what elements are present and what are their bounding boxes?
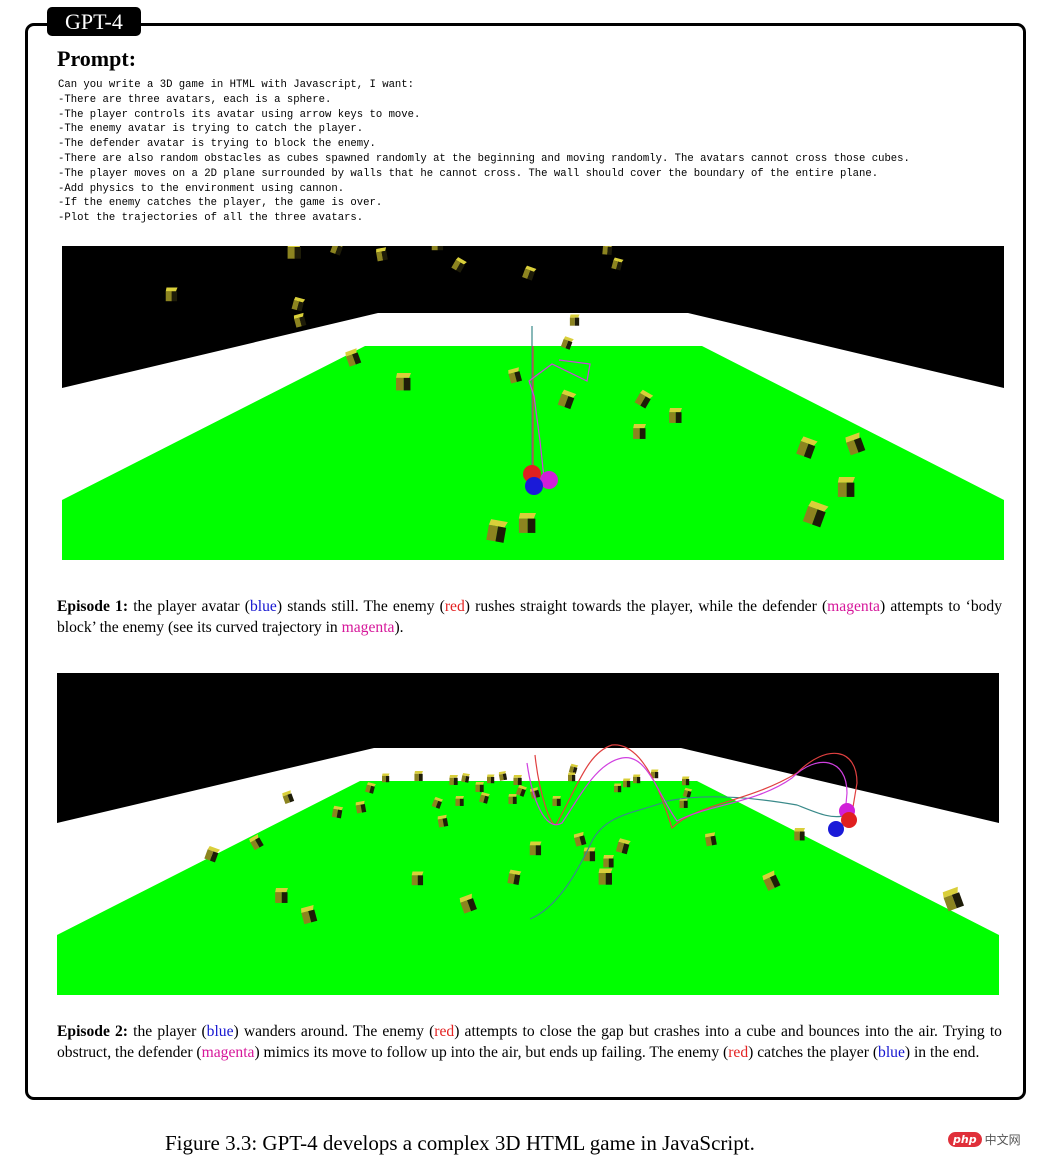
obstacle-cube: [513, 775, 522, 785]
caption-segment: the player avatar (: [128, 598, 250, 615]
episode-1-caption: Episode 1: the player avatar (blue) stan…: [57, 597, 1002, 638]
color-word: red: [728, 1043, 749, 1061]
color-word: red: [444, 598, 465, 615]
obstacle-cube: [679, 798, 688, 808]
prompt-line: -Plot the trajectories of all the three …: [58, 212, 364, 225]
game-screenshot-episode-1: [62, 246, 1004, 560]
obstacle-cube: [508, 794, 517, 804]
obstacle-cube: [518, 513, 536, 533]
caption-segment: ) mimics its move to follow up into the …: [254, 1043, 729, 1061]
prompt-line: -If the enemy catches the player, the ga…: [58, 197, 383, 210]
enemy-avatar: [841, 812, 857, 828]
caption-segment: ).: [394, 618, 404, 636]
prompt-line: -The defender avatar is trying to block …: [58, 138, 376, 151]
obstacle-cube: [475, 782, 484, 792]
obstacle-cube: [414, 771, 423, 781]
obstacle-cube: [411, 871, 424, 886]
prompt-text: Can you write a 3D game in HTML with Jav…: [58, 78, 910, 226]
obstacle-cube: [455, 796, 464, 806]
obstacle-cube: [287, 246, 301, 259]
caption-segment: the player (: [128, 1023, 207, 1040]
prompt-line: -Add physics to the environment using ca…: [58, 182, 345, 195]
obstacle-cube: [623, 778, 631, 788]
obstacle-cube: [633, 424, 646, 439]
prompt-line: -The player controls its avatar using ar…: [58, 108, 421, 121]
color-word: magenta: [827, 598, 880, 615]
color-word: blue: [878, 1043, 905, 1061]
prompt-line: -There are three avatars, each is a sphe…: [58, 93, 332, 106]
player-avatar: [828, 821, 844, 837]
watermark: php 中文网: [948, 1131, 1021, 1148]
color-word: red: [434, 1023, 455, 1040]
obstacle-cube: [382, 773, 390, 783]
color-word: magenta: [341, 618, 395, 636]
caption-segment: ) rushes straight towards the player, wh…: [464, 598, 828, 615]
episode-2-label: Episode 2:: [57, 1023, 128, 1040]
obstacle-cube: [529, 841, 542, 856]
caption-segment: ) wanders around. The enemy (: [233, 1023, 435, 1040]
player-avatar: [525, 477, 543, 495]
game-screenshot-episode-2: [57, 673, 999, 997]
prompt-heading: Prompt:: [57, 46, 137, 71]
obstacle-cube: [275, 888, 288, 903]
obstacle-cube: [598, 868, 613, 885]
obstacle-cube: [603, 855, 614, 868]
caption-segment: ) stands still. The enemy (: [276, 598, 445, 615]
color-word: blue: [206, 1023, 234, 1040]
obstacle-cube: [449, 775, 458, 785]
obstacle-cube: [165, 287, 178, 302]
caption-segment: ) in the end.: [904, 1043, 980, 1061]
episode-2-text: the player (blue) wanders around. The en…: [57, 1023, 1002, 1061]
episode-1-label: Episode 1:: [57, 598, 129, 615]
obstacle-cube: [487, 774, 495, 784]
obstacle-cube: [837, 477, 855, 497]
obstacle-cube: [569, 314, 580, 326]
episode-2-caption: Episode 2: the player (blue) wanders aro…: [57, 1022, 1002, 1063]
model-badge: GPT-4: [47, 7, 141, 36]
obstacle-cube: [552, 796, 561, 806]
prompt-line: Can you write a 3D game in HTML with Jav…: [58, 79, 415, 91]
obstacle-cube: [614, 783, 622, 793]
obstacle-cube: [682, 776, 690, 786]
prompt-line: -The player moves on a 2D plane surround…: [58, 167, 879, 180]
obstacle-cube: [633, 774, 641, 784]
obstacle-cube: [602, 246, 613, 256]
obstacle-cube: [431, 246, 444, 251]
color-word: magenta: [201, 1043, 255, 1061]
watermark-text: 中文网: [984, 1133, 1021, 1147]
episode-1-text: the player avatar (blue) stands still. T…: [57, 598, 1002, 636]
color-word: blue: [249, 598, 277, 615]
obstacle-cube: [568, 772, 576, 782]
caption-segment: ) catches the player (: [748, 1043, 879, 1061]
prompt-line: -The enemy avatar is trying to catch the…: [58, 123, 364, 136]
prompt-line: -There are also random obstacles as cube…: [58, 152, 910, 165]
obstacle-cube: [396, 373, 411, 391]
php-logo-icon: php: [948, 1132, 982, 1147]
obstacle-cube: [669, 408, 682, 423]
figure-caption: Figure 3.3: GPT-4 develops a complex 3D …: [165, 1131, 755, 1155]
obstacle-cube: [794, 828, 805, 841]
